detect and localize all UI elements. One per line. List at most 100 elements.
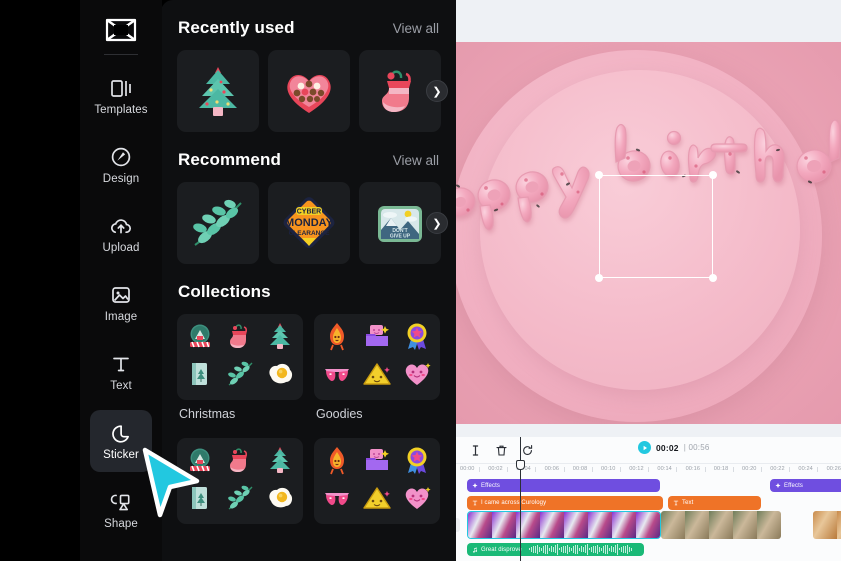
ruler-tick-label: 00:08 bbox=[572, 466, 588, 472]
clip-thumbnail bbox=[661, 511, 685, 539]
total-duration: | 00:56 bbox=[683, 443, 710, 452]
ruler-tick-mark bbox=[732, 467, 734, 472]
ruler-tick-label: 00:20 bbox=[742, 466, 757, 472]
timeline-clip[interactable]: Great disprove bbox=[467, 543, 644, 556]
sidebar-item-templates[interactable]: Templates bbox=[90, 65, 152, 127]
clip-label: Great disprove bbox=[481, 546, 522, 553]
ruler-tick-label: 00:26 bbox=[826, 466, 841, 472]
clip-label: Effects bbox=[481, 482, 500, 489]
sticker-award-ribbon bbox=[403, 321, 431, 356]
current-time: 00:02 bbox=[656, 442, 679, 453]
timeline-clip[interactable]: Effects bbox=[467, 479, 660, 492]
sidebar-item-upload[interactable]: Upload bbox=[90, 203, 152, 265]
clip-thumbnail bbox=[813, 511, 837, 539]
collection-goodies-2[interactable] bbox=[314, 438, 440, 537]
timeline-clip[interactable]: Text bbox=[668, 496, 761, 510]
sticker-christmas-stocking bbox=[226, 445, 254, 480]
ruler-tick-mark bbox=[648, 467, 650, 472]
selection-box[interactable] bbox=[595, 171, 717, 282]
svg-text:MONDAY: MONDAY bbox=[285, 217, 334, 229]
clip-label: Effects bbox=[784, 482, 803, 489]
sticker-pink-folder bbox=[362, 446, 392, 479]
speaker-icon[interactable] bbox=[456, 518, 460, 532]
sidebar-item-shape[interactable]: Shape bbox=[90, 479, 152, 541]
sticker-snow-globe bbox=[185, 321, 215, 356]
sticker-panel: Recently used View all ❯ Recommend View … bbox=[161, 0, 456, 561]
timeline-ruler[interactable]: 00:0000:0200:0400:0600:0800:1000:1200:14… bbox=[456, 463, 841, 477]
resize-handle-top-right[interactable] bbox=[709, 171, 717, 179]
delete-icon[interactable] bbox=[490, 439, 512, 461]
sticker-green-leaf-branch[interactable] bbox=[177, 182, 259, 264]
collection-christmas-2[interactable] bbox=[177, 438, 303, 537]
resize-handle-bottom-left[interactable] bbox=[595, 274, 603, 282]
sticker-icon bbox=[109, 421, 133, 445]
sidebar-item-sticker[interactable]: Sticker bbox=[90, 410, 152, 472]
timeline-tracks: Effects Effects I came across Curology Text… bbox=[456, 477, 841, 561]
section-header-recently-used: Recently used View all bbox=[177, 0, 440, 50]
sticker-panel-scroll[interactable]: Recently used View all ❯ Recommend View … bbox=[161, 0, 456, 561]
capcut-logo-icon[interactable] bbox=[97, 10, 145, 50]
view-all-link[interactable]: View all bbox=[393, 21, 439, 36]
video-preview-canvas[interactable] bbox=[456, 42, 841, 424]
templates-icon bbox=[109, 76, 133, 100]
clip-thumbnail bbox=[588, 512, 612, 538]
sticker-christmas-stocking bbox=[226, 321, 254, 356]
ruler-tick-mark bbox=[591, 467, 593, 472]
sidebar-item-label: Design bbox=[102, 173, 140, 185]
timeline-clip[interactable]: I came across Curology bbox=[467, 496, 663, 510]
clip-thumbnail bbox=[636, 512, 660, 538]
video-clip[interactable] bbox=[661, 511, 781, 539]
sticker-fried-egg bbox=[265, 484, 295, 517]
sticker-cyber-monday-clearance[interactable]: CYBER MONDAY CLEARANCE bbox=[268, 182, 350, 264]
play-icon[interactable] bbox=[638, 441, 651, 454]
sidebar-item-text[interactable]: Text bbox=[90, 341, 152, 403]
sidebar-item-image[interactable]: Image bbox=[90, 272, 152, 334]
text-clip-icon bbox=[472, 500, 478, 506]
playhead[interactable] bbox=[516, 437, 525, 561]
ruler-tick-label: 00:06 bbox=[544, 466, 560, 472]
collection-name: Christmas bbox=[179, 407, 236, 421]
clip-thumbnail bbox=[837, 511, 841, 539]
sticker-christmas-tree[interactable] bbox=[177, 50, 259, 132]
svg-text:CYBER: CYBER bbox=[297, 209, 322, 216]
clip-thumbnail bbox=[468, 512, 492, 538]
svg-text:GIVE UP: GIVE UP bbox=[390, 234, 411, 240]
sticker-christmas-tree bbox=[266, 321, 294, 356]
recently-used-row: ❯ bbox=[177, 50, 448, 132]
clip-thumbnail bbox=[733, 511, 757, 539]
video-clip[interactable] bbox=[813, 511, 841, 539]
collection-goodies[interactable]: Goodies bbox=[314, 314, 440, 434]
sticker-warning-triangle bbox=[362, 361, 392, 392]
resize-handle-bottom-right[interactable] bbox=[709, 274, 717, 282]
sidebar-item-label: Templates bbox=[94, 104, 148, 116]
chevron-right-icon[interactable]: ❯ bbox=[426, 212, 448, 234]
ruler-tick-mark bbox=[563, 467, 565, 472]
timeline-clip[interactable]: Effects bbox=[770, 479, 841, 492]
left-nav-rail: Templates Design Upload Image Text Stick… bbox=[80, 0, 162, 561]
ruler-tick-mark bbox=[676, 467, 678, 472]
sticker-chocolate-heart-box[interactable] bbox=[268, 50, 350, 132]
view-all-link[interactable]: View all bbox=[393, 153, 439, 168]
sticker-flame-character bbox=[325, 321, 349, 356]
ruler-tick-mark bbox=[479, 467, 480, 472]
sticker-greeting-card bbox=[187, 359, 213, 394]
ruler-tick-label: 00:02 bbox=[488, 466, 503, 472]
ruler-tick-label: 00:22 bbox=[770, 466, 785, 472]
svg-text:CLEARANCE: CLEARANCE bbox=[289, 230, 330, 237]
recommend-row: CYBER MONDAY CLEARANCE DON'T GIVE UP ❯ bbox=[177, 182, 448, 264]
playhead-handle[interactable] bbox=[516, 460, 525, 470]
effects-icon bbox=[472, 482, 478, 489]
collection-christmas[interactable]: Christmas bbox=[177, 314, 303, 434]
split-icon[interactable] bbox=[464, 439, 486, 461]
resize-handle-top-left[interactable] bbox=[595, 171, 603, 179]
video-clip-selected[interactable] bbox=[467, 511, 661, 539]
sidebar-item-design[interactable]: Design bbox=[90, 134, 152, 196]
ruler-tick-label: 00:10 bbox=[601, 466, 616, 472]
chevron-right-icon[interactable]: ❯ bbox=[426, 80, 448, 102]
audio-waveform bbox=[528, 544, 632, 555]
sidebar-item-label: Text bbox=[110, 380, 132, 392]
design-icon bbox=[109, 145, 133, 169]
capcut-editor-window: Templates Design Upload Image Text Stick… bbox=[0, 0, 841, 561]
sidebar-item-label: Sticker bbox=[103, 449, 139, 461]
sticker-pink-folder bbox=[362, 322, 392, 355]
